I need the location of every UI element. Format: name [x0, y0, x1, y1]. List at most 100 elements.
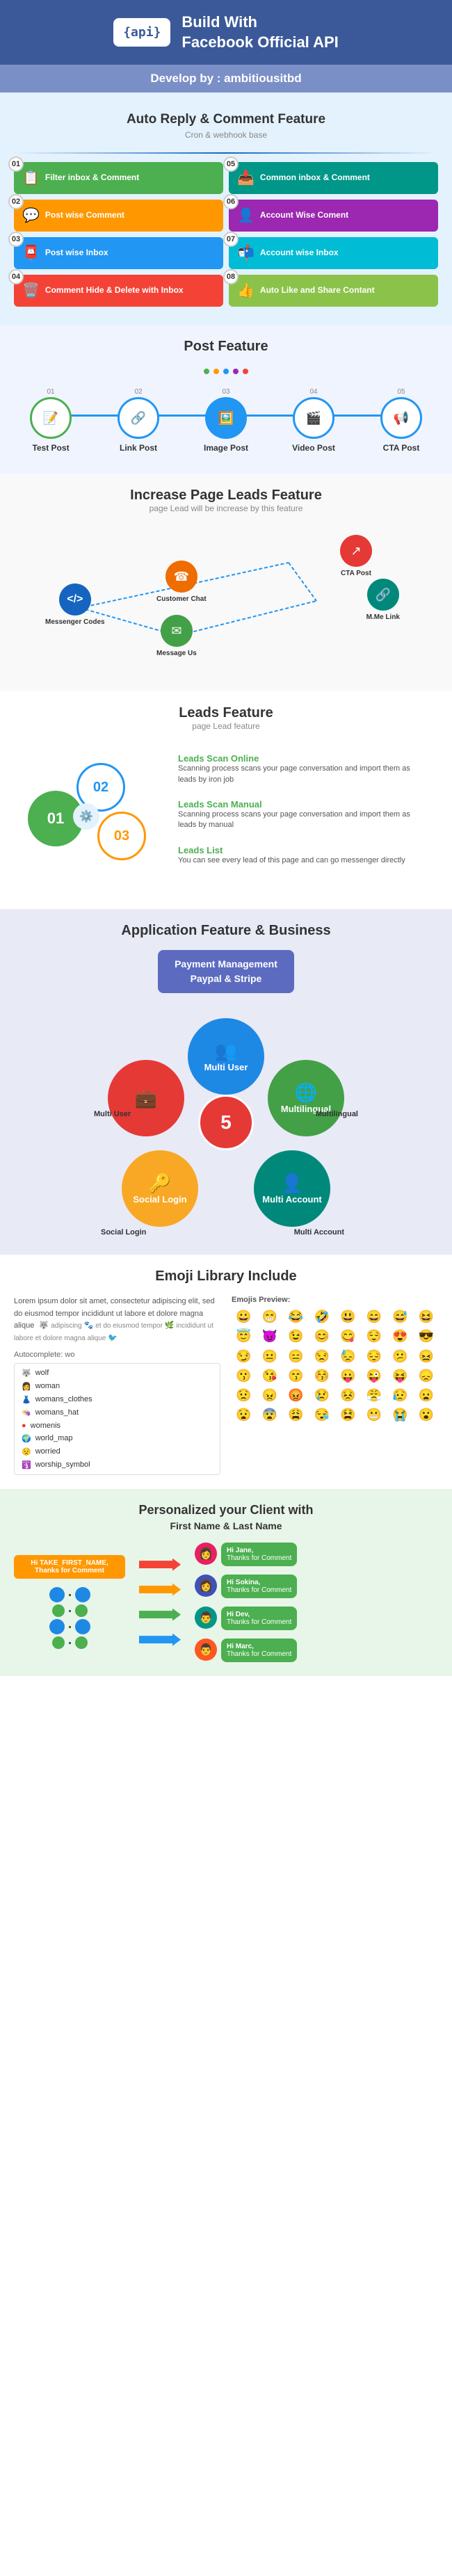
step-icon-1: 📝	[30, 397, 72, 439]
post-feature-section: Post Feature 01 📝 Test Post 02 🔗 Link Po…	[0, 325, 452, 474]
autocomplete-item-6[interactable]: 🌍 world_map	[17, 1432, 217, 1445]
node-message: ✉ Message Us	[156, 615, 197, 657]
feature-num-6: 06	[223, 194, 239, 209]
timeline-item-3: 03 🖼️ Image Post	[182, 388, 270, 453]
petal-label-multi-account: Multi Account	[262, 1194, 321, 1205]
personalize-section: Personalized your Client with First Name…	[0, 1489, 452, 1676]
autocomplete-box: 🐺 wolf 👩 woman 👗 womans_clothes 👒 womans…	[14, 1363, 220, 1475]
arrow-1	[139, 1559, 181, 1571]
person-icon-1: 👩	[195, 1543, 217, 1565]
node-label-message: Message Us	[156, 650, 197, 657]
autocomplete-item-5[interactable]: ● womenis	[17, 1419, 217, 1432]
chat-bubbles: 👩 Hi Jane, Thanks for Comment 👩 Hi Sokin…	[195, 1543, 438, 1662]
node-icon-cta: ↗	[340, 535, 372, 567]
feature-label-8: Auto Like and Share Contant	[260, 285, 375, 296]
timeline-dots	[7, 369, 445, 374]
chat-person-2: 👩 Hi Sokina, Thanks for Comment	[195, 1575, 438, 1598]
step-icon-3: 🖼️	[205, 397, 247, 439]
chat-box-3: Hi Dev, Thanks for Comment	[221, 1607, 297, 1630]
autocomplete-item-2[interactable]: 👩 woman	[17, 1380, 217, 1393]
autocomplete-item-8[interactable]: 🛐 worship_symbol	[17, 1458, 217, 1472]
feature-item-4: 04 🗑️ Comment Hide & Delete with Inbox	[14, 275, 223, 307]
petal-label-social-login: Social Login	[133, 1194, 186, 1205]
feature-icon-6: 👤	[237, 207, 255, 225]
app-feature-section: Application Feature & Business Payment M…	[0, 909, 452, 1255]
increase-leads-section: Increase Page Leads Feature page Lead wi…	[0, 474, 452, 691]
dna-circle-2b	[75, 1604, 88, 1617]
node-mme: 🔗 M.Me Link	[366, 579, 400, 621]
autocomplete-item-3[interactable]: 👗 womans_clothes	[17, 1393, 217, 1406]
dna-circle-2a	[52, 1604, 65, 1617]
autocomplete-item-4[interactable]: 👒 womans_hat	[17, 1406, 217, 1419]
emoji-title: Emoji Library Include	[14, 1269, 438, 1285]
template-visual: Hi TAKE_FIRST_NAME, Thanks for Comment	[14, 1555, 125, 1649]
chat-box-1: Hi Jane, Thanks for Comment	[221, 1543, 297, 1566]
node-label-cta: CTA Post	[341, 570, 371, 577]
leads-detail-text-2: Scanning process scans your page convers…	[178, 810, 424, 831]
petal-multi-user: 👥 Multi User	[188, 1018, 264, 1095]
feature-icon-8: 👍	[237, 282, 255, 300]
person-icon-2: 👩	[195, 1575, 217, 1597]
autocomplete-text-1: wolf	[35, 1369, 49, 1377]
step-icon-2: 🔗	[118, 397, 159, 439]
chat-box-2: Hi Sokina, Thanks for Comment	[221, 1575, 297, 1598]
feature-item-1: 01 📋 Filter inbox & Comment	[14, 162, 223, 194]
dna-dot-2	[69, 1610, 71, 1612]
step-label-05: 05	[397, 388, 405, 396]
feature-label-3: Post wise Inbox	[45, 248, 108, 259]
leads-feature-section: Leads Feature page Lead feature 01 02 03…	[0, 691, 452, 909]
step-label-04: 04	[309, 388, 317, 396]
feature-item-6: 06 👤 Account Wise Coment	[229, 200, 438, 232]
person-icon-4: 👨	[195, 1639, 217, 1661]
post-feature-title: Post Feature	[7, 339, 445, 355]
leads-detail-1: Leads Scan Online Scanning process scans…	[171, 749, 431, 789]
node-cta: ↗ CTA Post	[340, 535, 372, 577]
petal-icon-multi-account: 👤	[281, 1173, 303, 1194]
leads-subtitle: page Lead feature	[14, 721, 438, 731]
petal-icon-social-login: 🔑	[149, 1173, 171, 1194]
petal-multilingual: 🌐 Multilingual	[268, 1060, 344, 1136]
feature-num-4: 04	[8, 269, 24, 284]
chat-name-1: Hi Jane,	[227, 1547, 291, 1554]
payment-box: Payment Management Paypal & Stripe	[158, 950, 294, 993]
dna-circle-1a	[49, 1587, 65, 1602]
feature-num-7: 07	[223, 232, 239, 247]
node-icon-messenger: </>	[59, 583, 91, 615]
feature-num-3: 03	[8, 232, 24, 247]
increase-leads-subtitle: page Lead will be increase by this featu…	[14, 504, 438, 513]
chat-person-3: 👨 Hi Dev, Thanks for Comment	[195, 1607, 438, 1630]
petal-label-multi-user: Multi User	[204, 1062, 248, 1072]
autocomplete-text-3: womans_clothes	[35, 1395, 92, 1403]
dna-circle-4b	[75, 1636, 88, 1649]
autocomplete-emoji-2: 👩	[22, 1382, 31, 1391]
emoji-left: Lorem ipsum dolor sit amet, consectetur …	[14, 1296, 220, 1474]
emoji-grid: 😀😁😂🤣 😃😄😅😆 😇😈😉😊 😋😌😍😎 😏😐😑😒 😓😔😕😖 😗😘😙😚 😛😜😝😞 …	[232, 1308, 438, 1424]
autocomplete-item-7[interactable]: 😟 worried	[17, 1445, 217, 1458]
arrow-2	[139, 1584, 181, 1596]
flower-container: 👥 Multi User 🌐 Multilingual 👤 Multi Acco…	[101, 1004, 351, 1241]
auto-reply-title: Auto Reply & Comment Feature	[0, 99, 452, 130]
leads-detail-title-3: Leads List	[178, 845, 424, 855]
leads-content: 01 02 03 ⚙️ Leads Scan Online Scanning p…	[14, 742, 438, 895]
header: {api} Build With Facebook Official API	[0, 0, 452, 65]
dna-row-1	[49, 1587, 90, 1602]
feature-num-1: 01	[8, 156, 24, 172]
autocomplete-emoji-6: 🌍	[22, 1434, 31, 1443]
chat-name-3: Hi Dev,	[227, 1611, 291, 1618]
feature-num-5: 05	[223, 156, 239, 172]
autocomplete-emoji-4: 👒	[22, 1408, 31, 1417]
person-icon-3: 👨	[195, 1607, 217, 1629]
leads-details: Leads Scan Online Scanning process scans…	[171, 749, 431, 888]
feature-icon-1: 📋	[22, 169, 40, 187]
leads-detail-2: Leads Scan Manual Scanning process scans…	[171, 795, 431, 835]
template-text: Hi TAKE_FIRST_NAME, Thanks for Comment	[14, 1555, 125, 1579]
emoji-content: Lorem ipsum dolor sit amet, consectetur …	[14, 1296, 438, 1474]
feature-num-8: 08	[223, 269, 239, 284]
autocomplete-item-1[interactable]: 🐺 wolf	[17, 1367, 217, 1380]
leads-circles-visual: 01 02 03 ⚙️	[21, 749, 160, 888]
arrow-3	[139, 1609, 181, 1621]
step-icon-5: 📢	[380, 397, 422, 439]
dna-visual	[49, 1587, 90, 1649]
lorem-text: Lorem ipsum dolor sit amet, consectetur …	[14, 1296, 220, 1344]
arrows-visual	[132, 1559, 188, 1646]
